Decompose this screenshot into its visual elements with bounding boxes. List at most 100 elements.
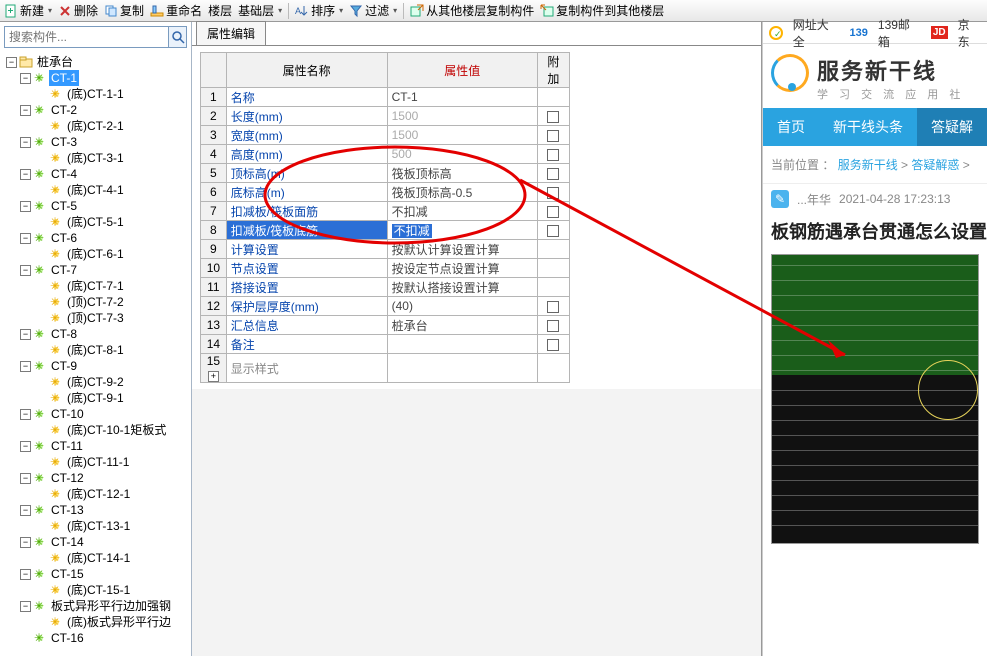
post-thumbnail[interactable] [771, 254, 979, 544]
collapse-icon[interactable]: − [20, 409, 31, 420]
property-row[interactable]: 4高度(mm)500 [201, 145, 570, 164]
property-value[interactable]: 按默认搭接设置计算 [387, 278, 537, 297]
checkbox[interactable] [547, 301, 559, 313]
delete-button[interactable]: 删除 [58, 2, 98, 19]
collapse-icon[interactable]: − [20, 329, 31, 340]
collapse-icon[interactable]: − [20, 73, 31, 84]
baselayer-dropdown[interactable]: 基础层 ▾ [238, 2, 282, 19]
property-value[interactable] [387, 354, 537, 383]
tree-node[interactable]: (底)CT-7-1 [2, 278, 191, 294]
tree-node[interactable]: −CT-8 [2, 326, 191, 342]
post-author[interactable]: ...年华 [797, 191, 831, 208]
crumb-link-1[interactable]: 服务新干线 [838, 158, 898, 172]
property-value[interactable] [387, 335, 537, 354]
collapse-icon[interactable]: − [20, 233, 31, 244]
tree-node[interactable]: (底)CT-2-1 [2, 118, 191, 134]
property-row[interactable]: 3宽度(mm)1500 [201, 126, 570, 145]
tree-node[interactable]: −CT-9 [2, 358, 191, 374]
tree-root-node[interactable]: − 桩承台 [2, 54, 191, 70]
collapse-icon[interactable]: − [20, 201, 31, 212]
tree-node[interactable]: (底)CT-3-1 [2, 150, 191, 166]
property-value[interactable]: 按默认计算设置计算 [387, 240, 537, 259]
tree-node[interactable]: (底)CT-10-1矩板式 [2, 422, 191, 438]
tree-node[interactable]: (底)CT-5-1 [2, 214, 191, 230]
tree-node[interactable]: −CT-7 [2, 262, 191, 278]
tree-node[interactable]: (底)CT-1-1 [2, 86, 191, 102]
collapse-icon[interactable]: − [20, 441, 31, 452]
property-value[interactable]: 筏板顶标高 [387, 164, 537, 183]
checkbox[interactable] [547, 111, 559, 123]
property-value[interactable]: 按设定节点设置计算 [387, 259, 537, 278]
tree-node[interactable]: −CT-11 [2, 438, 191, 454]
crumb-link-2[interactable]: 答疑解惑 [911, 158, 959, 172]
tree-node[interactable]: −CT-6 [2, 230, 191, 246]
tab-property-edit[interactable]: 属性编辑 [196, 21, 266, 45]
collapse-icon[interactable]: − [20, 105, 31, 116]
tree-node[interactable]: (底)CT-15-1 [2, 582, 191, 598]
property-row[interactable]: 8扣减板/筏板底筋不扣减 [201, 221, 570, 240]
tree-node[interactable]: −CT-4 [2, 166, 191, 182]
nav-headlines[interactable]: 新干线头条 [819, 108, 917, 146]
property-row[interactable]: 7扣减板/筏板面筋不扣减 [201, 202, 570, 221]
property-row[interactable]: 13汇总信息桩承台 [201, 316, 570, 335]
collapse-icon[interactable]: − [20, 569, 31, 580]
checkbox[interactable] [547, 130, 559, 142]
property-row[interactable]: 15+显示样式 [201, 354, 570, 383]
search-input[interactable] [5, 27, 168, 47]
tree-node[interactable]: (底)CT-4-1 [2, 182, 191, 198]
tree-node[interactable]: −CT-1 [2, 70, 191, 86]
property-value[interactable]: 桩承台 [387, 316, 537, 335]
tree-node[interactable]: −板式异形平行边加强钢 [2, 598, 191, 614]
property-value[interactable]: 1500 [387, 126, 537, 145]
collapse-icon[interactable]: − [20, 265, 31, 276]
tree-node[interactable]: −CT-5 [2, 198, 191, 214]
collapse-icon[interactable]: − [20, 169, 31, 180]
expand-icon[interactable]: + [208, 371, 219, 382]
property-value[interactable]: 不扣减 [387, 202, 537, 221]
tree-node[interactable]: −CT-14 [2, 534, 191, 550]
tree-node[interactable]: (底)CT-8-1 [2, 342, 191, 358]
checkbox[interactable] [547, 320, 559, 332]
collapse-icon[interactable]: − [20, 473, 31, 484]
property-row[interactable]: 5顶标高(m)筏板顶标高 [201, 164, 570, 183]
checkbox[interactable] [547, 168, 559, 180]
tree-node[interactable]: (底)CT-9-1 [2, 390, 191, 406]
property-row[interactable]: 6底标高(m)筏板顶标高-0.5 [201, 183, 570, 202]
checkbox[interactable] [547, 225, 559, 237]
collapse-icon[interactable]: − [20, 601, 31, 612]
checkbox[interactable] [547, 206, 559, 218]
tree-node[interactable]: −CT-15 [2, 566, 191, 582]
tree-node[interactable]: (底)板式异形平行边 [2, 614, 191, 630]
checkbox[interactable] [547, 187, 559, 199]
tree-node[interactable]: CT-16 [2, 630, 191, 646]
collapse-icon[interactable]: − [20, 137, 31, 148]
tree-node[interactable]: (顶)CT-7-3 [2, 310, 191, 326]
property-value[interactable]: 1500 [387, 107, 537, 126]
tree-node[interactable]: (底)CT-12-1 [2, 486, 191, 502]
property-row[interactable]: 9计算设置按默认计算设置计算 [201, 240, 570, 259]
nav-home[interactable]: 首页 [763, 108, 819, 146]
rename-button[interactable]: 重命名 [150, 2, 202, 19]
nav-qna[interactable]: 答疑解 [917, 108, 987, 146]
collapse-icon[interactable]: − [20, 361, 31, 372]
property-value[interactable]: CT-1 [387, 88, 537, 107]
tree-node[interactable]: −CT-2 [2, 102, 191, 118]
collapse-icon[interactable]: − [20, 505, 31, 516]
tree-node[interactable]: (底)CT-14-1 [2, 550, 191, 566]
property-row[interactable]: 12保护层厚度(mm)(40) [201, 297, 570, 316]
component-tree[interactable]: − 桩承台 −CT-1(底)CT-1-1−CT-2(底)CT-2-1−CT-3(… [0, 52, 191, 656]
filter-button[interactable]: 过滤 ▾ [349, 2, 397, 19]
tree-node[interactable]: −CT-13 [2, 502, 191, 518]
collapse-icon[interactable]: − [20, 537, 31, 548]
property-value[interactable]: 不扣减 [387, 221, 537, 240]
search-button[interactable] [168, 27, 186, 47]
property-row[interactable]: 1名称CT-1 [201, 88, 570, 107]
tree-node[interactable]: −CT-3 [2, 134, 191, 150]
checkbox[interactable] [547, 149, 559, 161]
tree-node[interactable]: −CT-12 [2, 470, 191, 486]
tree-node[interactable]: (底)CT-9-2 [2, 374, 191, 390]
copy-from-other-button[interactable]: 从其他楼层复制构件 [410, 2, 534, 19]
tree-node[interactable]: (顶)CT-7-2 [2, 294, 191, 310]
sort-button[interactable]: A 排序 ▾ [295, 2, 343, 19]
copy-button[interactable]: 复制 [104, 2, 144, 19]
